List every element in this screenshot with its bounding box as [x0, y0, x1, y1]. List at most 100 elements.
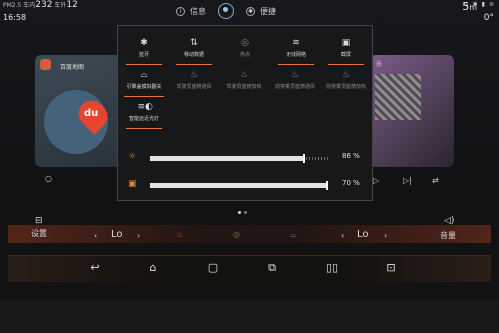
clock: 16:58	[3, 13, 27, 22]
volume-icon[interactable]: ◁)	[444, 216, 454, 226]
right-temp-down[interactable]: ‹	[341, 231, 344, 240]
wifi-toggle[interactable]: ≋ 无线网络	[276, 35, 316, 65]
driver-seat-heat-label: 驾驶员座椅加热	[226, 84, 262, 90]
tab-convenience[interactable]: ✱ 便捷	[246, 6, 276, 17]
active-indicator	[328, 63, 364, 65]
active-indicator	[278, 63, 314, 65]
home-icon[interactable]: ⌂	[147, 262, 159, 274]
map-app-icon	[40, 59, 51, 70]
top-tabs: i 信息 ✱ 便捷	[176, 3, 276, 19]
left-temp-up[interactable]: ›	[137, 231, 140, 240]
tab-convenience-label: 便捷	[260, 6, 276, 16]
seat-vent-icon: ♨	[189, 70, 199, 80]
recent-apps-icon[interactable]: ▢	[207, 262, 219, 274]
out-value: 12	[66, 0, 78, 10]
passenger-seat-heat-label: 前排乘员座椅加热	[325, 84, 366, 90]
brightness-icon: ☼	[128, 152, 137, 162]
avatar[interactable]	[218, 3, 234, 19]
range-unit: m	[469, 3, 477, 12]
left-temp-down[interactable]: ‹	[94, 231, 97, 240]
brightness-track[interactable]	[150, 154, 328, 163]
navigation-bar	[8, 255, 491, 282]
album-art	[375, 74, 421, 120]
hotspot-toggle[interactable]: ◎ 热点	[225, 35, 265, 65]
screenshot-icon: ▣	[341, 38, 351, 48]
active-indicator	[176, 63, 212, 65]
screenshot-label: 截屏	[340, 52, 351, 58]
wifi-label: 无线网络	[285, 52, 306, 58]
hotspot-icon: ◎	[241, 38, 249, 48]
in-value: 232	[35, 0, 53, 10]
play-icon[interactable]: ▷	[373, 176, 379, 185]
outside-temperature: 0°	[483, 13, 494, 23]
brightness-handle[interactable]	[303, 154, 305, 163]
passenger-seat-vent-label: 前排乘员座椅通风	[274, 84, 315, 90]
wifi-status-icon: ≋	[488, 1, 494, 8]
info-icon: i	[176, 6, 185, 16]
air-quality-status: PM2.5 车内232 车外12	[3, 1, 78, 10]
out-label: 车外	[54, 2, 67, 9]
bluetooth-label: 蓝牙	[138, 52, 149, 58]
signal-icon: ▮	[481, 1, 485, 8]
fan-icon[interactable]: ◎	[233, 230, 240, 239]
auto-headlight-icon: ≡◐	[137, 102, 153, 112]
bluetooth-toggle[interactable]: ✱ 蓝牙	[124, 35, 164, 65]
passenger-seat-heat-toggle[interactable]: ♨ 前排乘员座椅加热	[323, 67, 369, 97]
passenger-seat-vent-toggle[interactable]: ♨ 前排乘员座椅通风	[272, 67, 318, 97]
hood-label: 引擎盖模拟翻关	[126, 84, 162, 90]
music-title: 乐	[376, 61, 383, 68]
screenshot-button[interactable]: ▣ 截屏	[326, 35, 366, 65]
dual-pane-icon[interactable]: ▯▯	[326, 262, 338, 274]
active-indicator	[126, 63, 162, 65]
tab-info[interactable]: i 信息	[176, 6, 206, 17]
volume-slider[interactable]: ▣ 70 %	[128, 179, 364, 191]
hood-toggle[interactable]: ⌓ 引擎盖模拟翻关	[122, 67, 166, 97]
speaker-icon: ▣	[128, 179, 137, 189]
volume-handle[interactable]	[326, 181, 328, 190]
in-label: 车内	[23, 2, 36, 9]
seat-heat-left-icon[interactable]: ♨	[176, 230, 183, 239]
driver-seat-heat-toggle[interactable]: ♨ 驾驶员座椅加热	[222, 67, 266, 97]
driver-seat-vent-label: 驾驶员座椅通风	[176, 84, 212, 90]
hood-icon: ⌓	[140, 70, 148, 80]
active-indicator	[124, 95, 164, 97]
mobile-data-icon: ⇅	[190, 38, 198, 48]
map-logo: du	[84, 108, 99, 119]
right-temp-up[interactable]: ›	[384, 231, 387, 240]
settings-button[interactable]: 设置	[31, 228, 47, 239]
left-temperature: Lo	[111, 229, 123, 240]
mobile-data-toggle[interactable]: ⇅ 移动数据	[174, 35, 214, 65]
mobile-data-label: 移动数据	[183, 52, 204, 58]
auto-headlight-label: 智能远近光灯	[128, 116, 159, 122]
wifi-icon: ≋	[292, 38, 300, 48]
page-indicator	[238, 211, 247, 214]
shuffle-icon[interactable]: ⇄	[432, 176, 439, 185]
page-dot	[244, 211, 247, 214]
right-temperature: Lo	[357, 229, 369, 240]
volume-fill	[150, 183, 328, 188]
car-icon[interactable]: ⊟	[35, 216, 43, 226]
brightness-value: 86 %	[342, 152, 360, 160]
auto-headlight-toggle[interactable]: ≡◐ 智能远近光灯	[124, 99, 164, 129]
volume-value: 70 %	[342, 179, 360, 187]
settings-icon: ✱	[246, 6, 255, 16]
defrost-icon[interactable]: ⌓	[290, 230, 296, 240]
passenger-seat-vent-icon: ♨	[290, 70, 300, 80]
pm-label: PM2.5	[3, 2, 22, 9]
bluetooth-icon: ✱	[140, 38, 148, 48]
page-dot	[238, 211, 241, 214]
driver-seat-vent-toggle[interactable]: ♨ 驾驶员座椅通风	[172, 67, 216, 97]
passenger-seat-heat-icon: ♨	[341, 70, 351, 80]
tab-info-label: 信息	[190, 6, 206, 16]
volume-track[interactable]	[150, 181, 328, 190]
brightness-slider[interactable]: ☼ 86 %	[128, 152, 364, 164]
back-icon[interactable]: ↩	[89, 262, 101, 274]
brightness-fill	[150, 156, 303, 161]
screen-mode-icon[interactable]: ⊡	[385, 262, 397, 274]
dashboard-bezel	[0, 300, 499, 333]
volume-button[interactable]: 音量	[440, 230, 456, 241]
split-screen-icon[interactable]: ⧉	[266, 262, 278, 274]
next-icon[interactable]: ▷|	[403, 176, 412, 185]
seat-heat-icon: ♨	[239, 70, 249, 80]
search-icon[interactable]: ○	[45, 174, 52, 183]
